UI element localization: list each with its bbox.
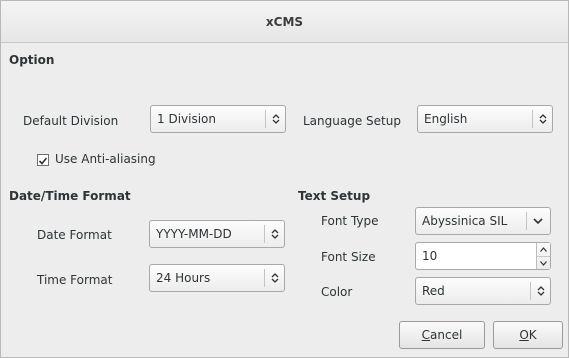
ok-button[interactable]: OK xyxy=(493,321,563,349)
date-time-heading: Date/Time Format xyxy=(9,189,131,203)
default-division-label: Default Division xyxy=(23,114,119,128)
option-heading: Option xyxy=(9,53,55,67)
ok-mnemonic: O xyxy=(519,328,529,342)
time-format-value: 24 Hours xyxy=(156,271,211,285)
time-format-label: Time Format xyxy=(37,273,113,287)
language-setup-label: Language Setup xyxy=(303,114,401,128)
font-size-value: 10 xyxy=(422,249,438,263)
ok-label-rest: K xyxy=(528,328,537,342)
language-setup-value: English xyxy=(424,112,468,126)
color-select[interactable]: Red xyxy=(415,277,551,305)
time-format-select[interactable]: 24 Hours xyxy=(149,264,285,292)
updown-arrows-icon xyxy=(533,106,553,132)
anti-aliasing-label[interactable]: Use Anti-aliasing xyxy=(55,152,156,166)
cancel-button[interactable]: Cancel xyxy=(399,321,485,349)
default-division-value: 1 Division xyxy=(157,112,216,126)
date-format-value: YYYY-MM-DD xyxy=(156,227,232,241)
cancel-mnemonic: C xyxy=(421,328,431,342)
font-type-label: Font Type xyxy=(321,214,379,228)
language-setup-select[interactable]: English xyxy=(417,105,553,133)
color-label: Color xyxy=(321,285,353,299)
chevron-down-icon xyxy=(528,208,548,234)
anti-aliasing-checkbox[interactable] xyxy=(37,154,49,166)
title-bar[interactable]: xCMS xyxy=(1,1,568,43)
chevron-down-icon[interactable] xyxy=(537,256,550,269)
default-division-select[interactable]: 1 Division xyxy=(150,105,286,133)
cancel-label-rest: ancel xyxy=(430,328,463,342)
updown-arrows-icon xyxy=(531,278,551,304)
chevron-up-icon[interactable] xyxy=(537,243,550,256)
font-size-spinbutton[interactable]: 10 xyxy=(415,242,551,270)
font-size-stepper[interactable] xyxy=(536,243,550,269)
updown-arrows-icon xyxy=(265,265,285,291)
window-title: xCMS xyxy=(265,15,304,29)
dialog-window: xCMS Option Default Division 1 Division … xyxy=(0,0,569,358)
font-type-value: Abyssinica SIL xyxy=(422,214,508,228)
checkmark-icon xyxy=(38,157,48,165)
text-setup-heading: Text Setup xyxy=(298,189,371,203)
font-type-select[interactable]: Abyssinica SIL xyxy=(415,207,551,235)
date-format-select[interactable]: YYYY-MM-DD xyxy=(149,220,285,248)
updown-arrows-icon xyxy=(265,221,285,247)
font-size-label: Font Size xyxy=(321,250,376,264)
updown-arrows-icon xyxy=(266,106,286,132)
date-format-label: Date Format xyxy=(37,228,112,242)
color-value: Red xyxy=(422,284,445,298)
combo-separator xyxy=(526,212,527,230)
